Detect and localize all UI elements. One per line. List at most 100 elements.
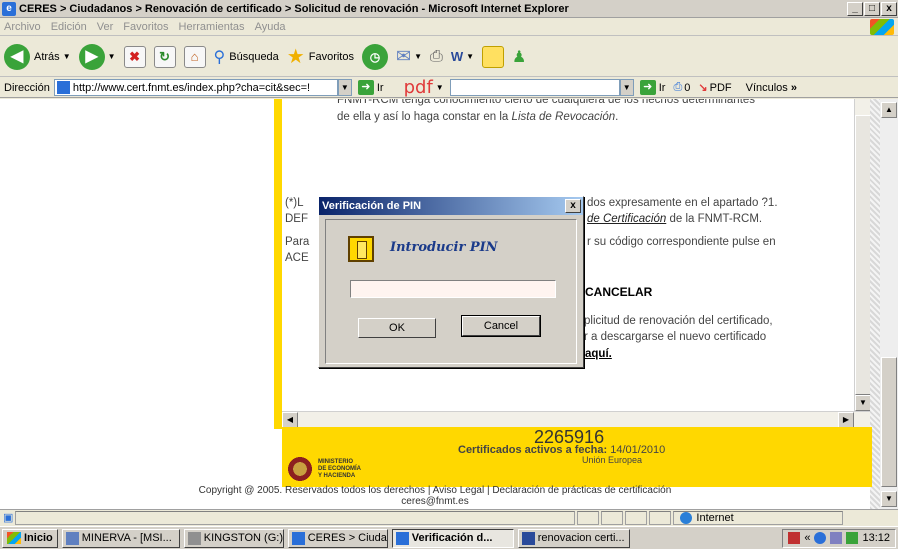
- popup-blocker-icon[interactable]: ⎙: [673, 81, 682, 94]
- url-text: http://www.cert.fnmt.es/index.php?cha=ci…: [72, 81, 311, 94]
- cancel-button[interactable]: Cancel: [461, 315, 541, 337]
- scroll-up-button[interactable]: ▲: [881, 102, 897, 118]
- menu-archivo[interactable]: Archivo: [4, 21, 41, 33]
- favorites-button[interactable]: ★ Favoritos: [287, 44, 354, 69]
- refresh-button[interactable]: ↻: [153, 45, 176, 68]
- links-label[interactable]: Vínculos: [746, 82, 788, 94]
- taskbar-item-verificacion[interactable]: Verificación d...: [391, 528, 514, 548]
- url-input[interactable]: http://www.cert.fnmt.es/index.php?cha=ci…: [53, 79, 338, 96]
- copyright-text[interactable]: Copyright @ 2005. Reservados todos los d…: [0, 485, 870, 496]
- dialog-title-bar: Verificación de PIN x: [319, 197, 583, 215]
- dialog-close-button[interactable]: x: [565, 199, 581, 213]
- forward-arrow-icon: ▶: [78, 43, 105, 70]
- scrollbar-track[interactable]: [855, 115, 871, 395]
- dialog-body: Introducir PIN OK Cancel: [325, 219, 577, 364]
- page-vertical-scrollbar[interactable]: ▲ ▼: [880, 99, 898, 509]
- tray-expand[interactable]: «: [804, 532, 810, 544]
- volume-icon[interactable]: [830, 532, 843, 544]
- messenger-icon: ♟: [512, 48, 527, 66]
- chevron-down-icon[interactable]: ▼: [108, 52, 116, 61]
- back-button[interactable]: ◀ Atrás ▼: [4, 43, 71, 70]
- address-bar: Dirección http://www.cert.fnmt.es/index.…: [0, 77, 898, 98]
- forward-button[interactable]: ▶ ▼: [78, 43, 116, 70]
- paragraph-text: de ella y así lo haga constar en la List…: [337, 109, 618, 125]
- edit-button[interactable]: W ▼: [451, 49, 474, 64]
- scrollbar-thumb[interactable]: [881, 357, 897, 487]
- menu-ver[interactable]: Ver: [97, 21, 114, 33]
- menu-edicion[interactable]: Edición: [51, 21, 87, 33]
- taskbar-item-kingston[interactable]: KINGSTON (G:): [183, 528, 284, 548]
- notes-button[interactable]: [482, 45, 505, 68]
- inner-vertical-scrollbar[interactable]: ▼: [854, 99, 871, 411]
- go-label[interactable]: Ir: [377, 82, 384, 94]
- zone-label: Internet: [696, 511, 734, 524]
- scroll-left-button[interactable]: ◀: [282, 412, 298, 428]
- pin-input[interactable]: [350, 280, 556, 298]
- status-text-cell: [15, 510, 576, 525]
- chevron-down-icon[interactable]: ▼: [466, 52, 474, 61]
- search-label: Búsqueda: [229, 50, 279, 63]
- taskbar: Inicio MINERVA - [MSI... KINGSTON (G:) C…: [0, 526, 898, 549]
- cancel-heading: CANCELAR: [585, 285, 653, 299]
- taskbar-item-minerva[interactable]: MINERVA - [MSI...: [61, 528, 180, 548]
- ie-icon: e: [2, 1, 16, 16]
- home-icon: ⌂: [183, 45, 206, 68]
- maximize-button[interactable]: □: [864, 1, 880, 16]
- print-button[interactable]: ⎙: [430, 48, 443, 66]
- search-dropdown-button[interactable]: ▼: [619, 79, 634, 96]
- start-button[interactable]: Inicio: [2, 528, 58, 548]
- taskbar-item-ceres[interactable]: CERES > Ciuda...: [287, 528, 388, 548]
- status-bar: ▣ Internet: [0, 509, 898, 525]
- history-icon: ◷: [361, 43, 388, 70]
- url-dropdown-button[interactable]: ▼: [337, 79, 352, 96]
- paragraph-text: r su código correspondiente pulse en: [587, 236, 776, 248]
- mail-icon: ✉: [395, 46, 412, 66]
- inner-horizontal-scrollbar[interactable]: ◀ ▶: [282, 411, 870, 428]
- go-arrow-icon[interactable]: ➜: [639, 80, 656, 95]
- chevron-down-icon[interactable]: ▼: [63, 52, 71, 61]
- pdf-logo: pdf: [403, 77, 433, 98]
- chevron-down-icon[interactable]: ▼: [436, 83, 444, 92]
- ok-button[interactable]: OK: [358, 318, 436, 338]
- scroll-right-button[interactable]: ▶: [838, 412, 854, 428]
- taskbar-item-renovacion[interactable]: renovacion certi...: [517, 528, 630, 548]
- scroll-down-button[interactable]: ▼: [855, 395, 871, 411]
- go-label-2[interactable]: Ir: [659, 82, 666, 94]
- pdf-button[interactable]: PDF: [710, 82, 732, 94]
- minimize-button[interactable]: _: [847, 1, 863, 16]
- certification-link[interactable]: de Certificación: [587, 213, 666, 225]
- menu-ayuda[interactable]: Ayuda: [255, 21, 286, 33]
- mail-button[interactable]: ✉ ▼: [396, 46, 422, 67]
- go-arrow-icon[interactable]: ➜: [357, 80, 374, 95]
- here-link[interactable]: aquí.: [585, 346, 612, 362]
- scroll-down-button[interactable]: ▼: [881, 491, 897, 507]
- title-bar: e CERES > Ciudadanos > Renovación de cer…: [0, 0, 898, 18]
- search-button[interactable]: ⚲ Búsqueda: [214, 47, 279, 67]
- home-button[interactable]: ⌂: [183, 45, 206, 68]
- popup-count: 0: [684, 81, 691, 94]
- ie-icon: [291, 531, 305, 545]
- security-icon[interactable]: [846, 532, 859, 544]
- chevron-right-icon[interactable]: »: [791, 82, 797, 94]
- chevron-down-icon[interactable]: ▼: [414, 52, 422, 61]
- close-button[interactable]: x: [881, 1, 897, 16]
- start-label: Inicio: [24, 532, 53, 544]
- stop-button[interactable]: ✖: [123, 45, 146, 68]
- text-span: de la FNMT-RCM.: [669, 213, 763, 225]
- period: .: [615, 111, 619, 123]
- history-button[interactable]: ◷: [361, 43, 388, 70]
- contact-email[interactable]: ceres@fnmt.es: [0, 496, 870, 507]
- ministry-logo: MINISTERIO DE ECONOMÍA Y HACIENDA: [288, 457, 361, 481]
- messenger-button[interactable]: ♟: [512, 47, 526, 67]
- toolbar-search-input[interactable]: [449, 79, 620, 96]
- task-label: Verificación d...: [411, 532, 493, 544]
- word-icon: W: [450, 49, 464, 64]
- network-icon[interactable]: [814, 532, 827, 544]
- menu-favoritos[interactable]: Favoritos: [123, 21, 168, 33]
- revocation-list-text: Lista de Revocación: [511, 111, 616, 123]
- window-title: CERES > Ciudadanos > Renovación de certi…: [19, 2, 569, 15]
- ministry-line: MINISTERIO: [318, 458, 354, 465]
- language-icon[interactable]: [788, 532, 801, 544]
- paragraph-text: plicitud de renovación del certificado,: [584, 315, 773, 327]
- menu-herramientas[interactable]: Herramientas: [179, 21, 245, 33]
